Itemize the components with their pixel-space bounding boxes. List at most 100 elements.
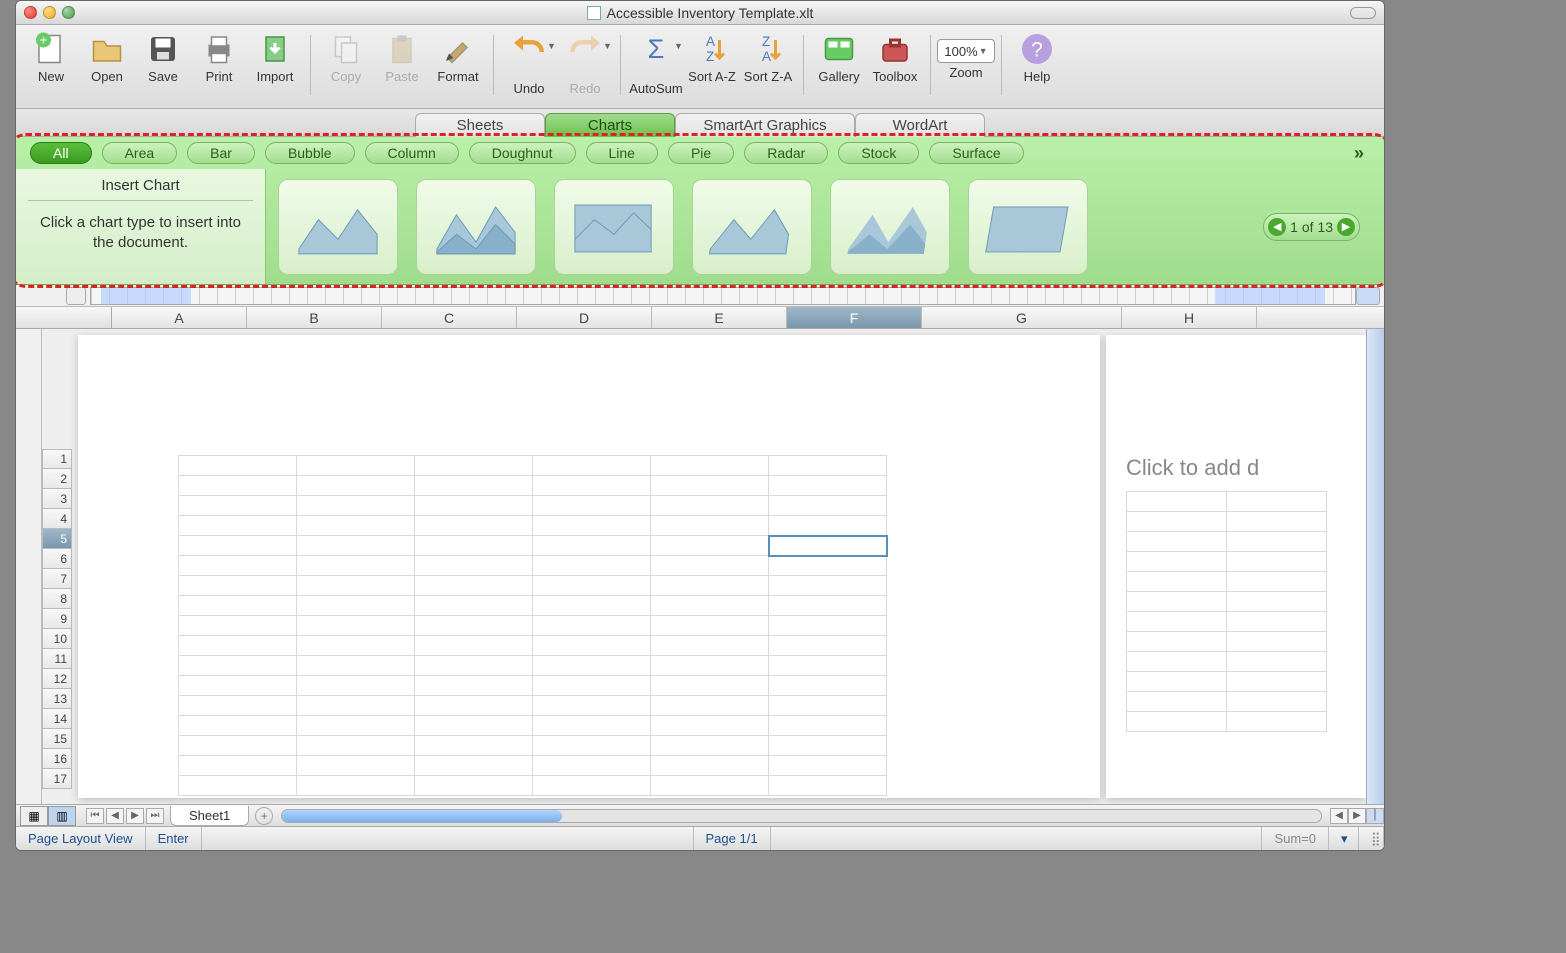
tab-smartart-graphics[interactable]: SmartArt Graphics: [675, 113, 855, 137]
horizontal-scrollbar[interactable]: [281, 809, 1322, 823]
chart-thumb-3[interactable]: [554, 179, 674, 275]
save-button[interactable]: Save: [136, 31, 190, 84]
format-button[interactable]: Format: [431, 31, 485, 84]
col-header-F[interactable]: F: [787, 307, 922, 328]
sheet-tab[interactable]: Sheet1: [170, 806, 249, 826]
row-header-13[interactable]: 13: [42, 689, 72, 709]
ribbon-tabs: SheetsChartsSmartArt GraphicsWordArt: [16, 109, 1384, 137]
status-menu-icon[interactable]: ▾: [1329, 827, 1359, 850]
col-header-A[interactable]: A: [112, 307, 247, 328]
chart-cat-area[interactable]: Area: [102, 142, 178, 164]
first-sheet-button[interactable]: ⏮: [86, 808, 104, 824]
row-header-3[interactable]: 3: [42, 489, 72, 509]
row-header-4[interactable]: 4: [42, 509, 72, 529]
last-sheet-button[interactable]: ⏭: [146, 808, 164, 824]
new-button[interactable]: +New: [24, 31, 78, 84]
col-header-G[interactable]: G: [922, 307, 1122, 328]
toolbar-toggle-icon[interactable]: [1350, 7, 1376, 19]
svg-text:+: +: [40, 33, 48, 48]
chart-cat-line[interactable]: Line: [586, 142, 658, 164]
row-header-8[interactable]: 8: [42, 589, 72, 609]
vertical-scrollbar[interactable]: [1366, 329, 1384, 804]
minimize-icon[interactable]: [43, 6, 56, 19]
gallery-button[interactable]: Gallery: [812, 31, 866, 84]
row-header-6[interactable]: 6: [42, 549, 72, 569]
worksheet-page-1[interactable]: [78, 335, 1100, 798]
row-header-11[interactable]: 11: [42, 649, 72, 669]
zoom-button[interactable]: 100% ▼Zoom: [939, 31, 993, 80]
chart-cat-stock[interactable]: Stock: [838, 142, 919, 164]
chart-cat-all[interactable]: All: [30, 142, 92, 164]
tab-charts[interactable]: Charts: [545, 113, 675, 137]
chart-thumb-5[interactable]: [830, 179, 950, 275]
col-header-E[interactable]: E: [652, 307, 787, 328]
row-header-15[interactable]: 15: [42, 729, 72, 749]
toolbox-button[interactable]: Toolbox: [868, 31, 922, 84]
sheet-nav: ⏮ ◀ ▶ ⏭: [86, 808, 164, 824]
open-button[interactable]: Open: [80, 31, 134, 84]
row-header-12[interactable]: 12: [42, 669, 72, 689]
chart-cat-column[interactable]: Column: [365, 142, 459, 164]
sortza-button[interactable]: ZASort Z-A: [741, 31, 795, 84]
chart-thumb-4[interactable]: [692, 179, 812, 275]
col-header-H[interactable]: H: [1122, 307, 1257, 328]
chart-cat-radar[interactable]: Radar: [744, 142, 828, 164]
tab-sheets[interactable]: Sheets: [415, 113, 545, 137]
worksheet-page-2[interactable]: Click to add d: [1106, 335, 1366, 798]
resize-grip-icon[interactable]: ⣿: [1359, 827, 1384, 850]
chart-thumb-2[interactable]: [416, 179, 536, 275]
chart-thumb-6[interactable]: [968, 179, 1088, 275]
horizontal-ruler: [16, 285, 1384, 307]
chart-cat-doughnut[interactable]: Doughnut: [469, 142, 576, 164]
row-header-5[interactable]: 5: [42, 529, 72, 549]
row-header-14[interactable]: 14: [42, 709, 72, 729]
chart-categories: All Area Bar Bubble Column Doughnut Line Pie Rad…: [16, 137, 1384, 169]
chart-cat-surface[interactable]: Surface: [929, 142, 1023, 164]
undo-button[interactable]: ▼Undo: [502, 31, 556, 96]
row-header-10[interactable]: 10: [42, 629, 72, 649]
sortaz-button[interactable]: AZSort A-Z: [685, 31, 739, 84]
autosum-icon: Σ: [638, 31, 674, 67]
row-header-16[interactable]: 16: [42, 749, 72, 769]
normal-view-button[interactable]: ▦: [20, 806, 48, 826]
close-icon[interactable]: [24, 6, 37, 19]
col-header-C[interactable]: C: [382, 307, 517, 328]
print-button[interactable]: Print: [192, 31, 246, 84]
ruler-scale[interactable]: [90, 287, 1356, 305]
row-header-17[interactable]: 17: [42, 769, 72, 789]
pager-prev-icon[interactable]: ◀: [1268, 218, 1286, 236]
app-window: Accessible Inventory Template.xlt +NewOp…: [15, 0, 1385, 851]
chart-cat-pie[interactable]: Pie: [668, 142, 734, 164]
next-sheet-button[interactable]: ▶: [126, 808, 144, 824]
col-header-B[interactable]: B: [247, 307, 382, 328]
prev-sheet-button[interactable]: ◀: [106, 808, 124, 824]
cell-grid[interactable]: [178, 455, 887, 796]
col-header-D[interactable]: D: [517, 307, 652, 328]
toolbox-icon: [877, 31, 913, 67]
pager-next-icon[interactable]: ▶: [1337, 218, 1355, 236]
status-view[interactable]: Page Layout View: [16, 827, 146, 850]
ruler-origin-button[interactable]: [66, 287, 86, 305]
import-button[interactable]: Import: [248, 31, 302, 84]
zoom-window-icon[interactable]: [62, 6, 75, 19]
scroll-left-button[interactable]: ◀: [1330, 808, 1348, 824]
row-header-9[interactable]: 9: [42, 609, 72, 629]
chart-cat-bubble[interactable]: Bubble: [265, 142, 355, 164]
add-sheet-button[interactable]: +: [255, 807, 273, 825]
autosum-button[interactable]: Σ▼AutoSum: [629, 31, 683, 96]
chart-cat-bar[interactable]: Bar: [187, 142, 255, 164]
placeholder-text: Click to add d: [1126, 455, 1366, 481]
tab-wordart[interactable]: WordArt: [855, 113, 985, 137]
page-layout-view-button[interactable]: ▥: [48, 806, 76, 826]
split-handle[interactable]: ⎮: [1366, 808, 1384, 824]
help-button[interactable]: ?Help: [1010, 31, 1064, 84]
row-header-1[interactable]: 1: [42, 449, 72, 469]
expand-icon[interactable]: »: [1348, 143, 1370, 164]
row-header-2[interactable]: 2: [42, 469, 72, 489]
row-header-7[interactable]: 7: [42, 569, 72, 589]
vertical-ruler[interactable]: [16, 329, 42, 804]
scroll-right-button[interactable]: ▶: [1348, 808, 1366, 824]
zoom-select[interactable]: 100% ▼: [937, 39, 994, 63]
chart-thumb-1[interactable]: [278, 179, 398, 275]
ruler-end-button[interactable]: [1356, 287, 1380, 305]
